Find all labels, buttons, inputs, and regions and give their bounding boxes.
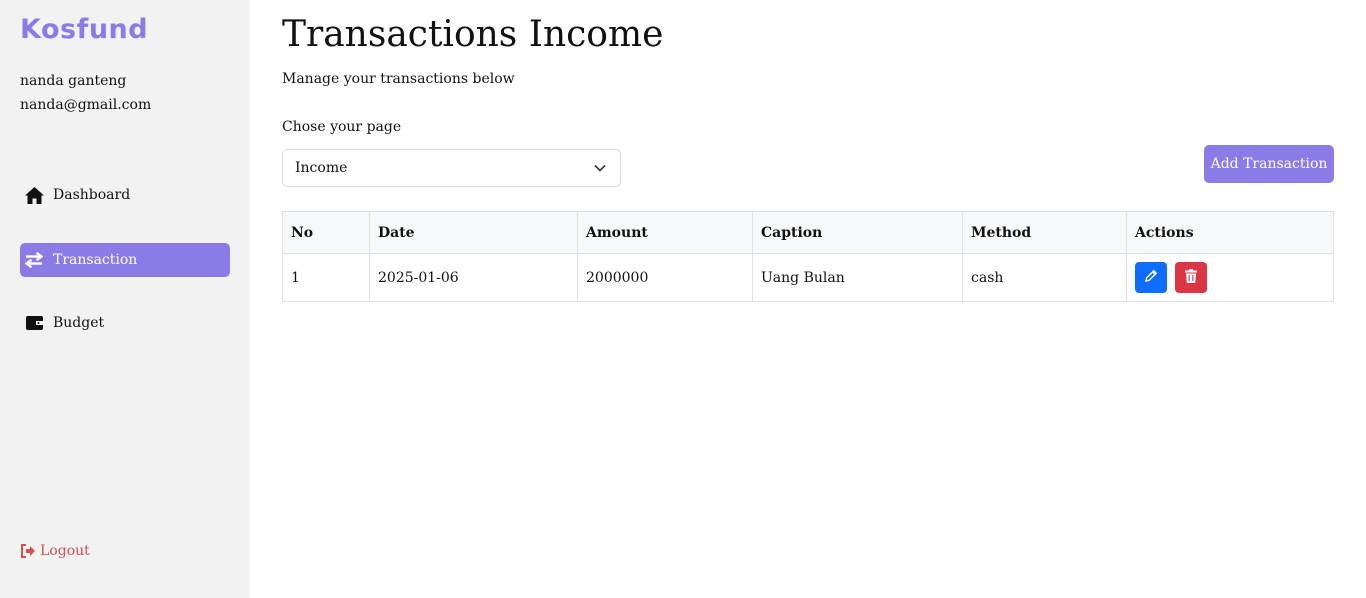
edit-button[interactable] (1135, 262, 1167, 293)
column-header-method: Method (962, 211, 1127, 254)
page-subtitle: Manage your transactions below (282, 71, 515, 87)
transactions-table: No Date Amount Caption Method Actions 1 … (282, 211, 1334, 302)
page-title: Transactions Income (282, 14, 664, 55)
table-header-row: No Date Amount Caption Method Actions (282, 211, 1334, 254)
user-name: nanda ganteng (20, 73, 127, 89)
sidebar-item-dashboard[interactable]: Dashboard (20, 178, 230, 212)
table-row: 1 2025-01-06 2000000 Uang Bulan cash (282, 253, 1334, 302)
page-select-label: Chose your page (282, 119, 402, 135)
main-content: Transactions Income Manage your transact… (282, 0, 1334, 598)
cell-no: 1 (282, 253, 370, 302)
brand-logo: Kosfund (20, 14, 149, 45)
sidebar-item-label: Transaction (53, 252, 138, 268)
swap-arrows-icon (24, 250, 44, 270)
wallet-icon (24, 313, 44, 333)
trash-icon (1185, 269, 1197, 286)
cell-date: 2025-01-06 (369, 253, 578, 302)
sidebar-item-transaction[interactable]: Transaction (20, 243, 230, 277)
column-header-actions: Actions (1126, 211, 1334, 254)
pencil-icon (1144, 269, 1158, 286)
sidebar-item-label: Dashboard (53, 187, 131, 203)
user-email: nanda@gmail.com (20, 97, 152, 113)
page-select-value: Income (295, 160, 348, 176)
delete-button[interactable] (1175, 262, 1207, 293)
home-icon (24, 185, 44, 205)
sign-out-icon (20, 544, 36, 558)
sidebar-item-budget[interactable]: Budget (20, 306, 230, 340)
column-header-date: Date (369, 211, 578, 254)
column-header-no: No (282, 211, 370, 254)
cell-actions (1126, 253, 1334, 302)
cell-amount: 2000000 (577, 253, 753, 302)
cell-method: cash (962, 253, 1127, 302)
sidebar: Kosfund nanda ganteng nanda@gmail.com Da… (0, 0, 250, 598)
chevron-down-icon (593, 161, 607, 179)
logout-label: Logout (40, 543, 90, 559)
page-select[interactable]: Income (282, 149, 621, 187)
logout-link[interactable]: Logout (20, 543, 90, 559)
column-header-caption: Caption (752, 211, 963, 254)
sidebar-item-label: Budget (53, 315, 105, 331)
add-transaction-button[interactable]: Add Transaction (1204, 145, 1334, 183)
column-header-amount: Amount (577, 211, 753, 254)
cell-caption: Uang Bulan (752, 253, 963, 302)
